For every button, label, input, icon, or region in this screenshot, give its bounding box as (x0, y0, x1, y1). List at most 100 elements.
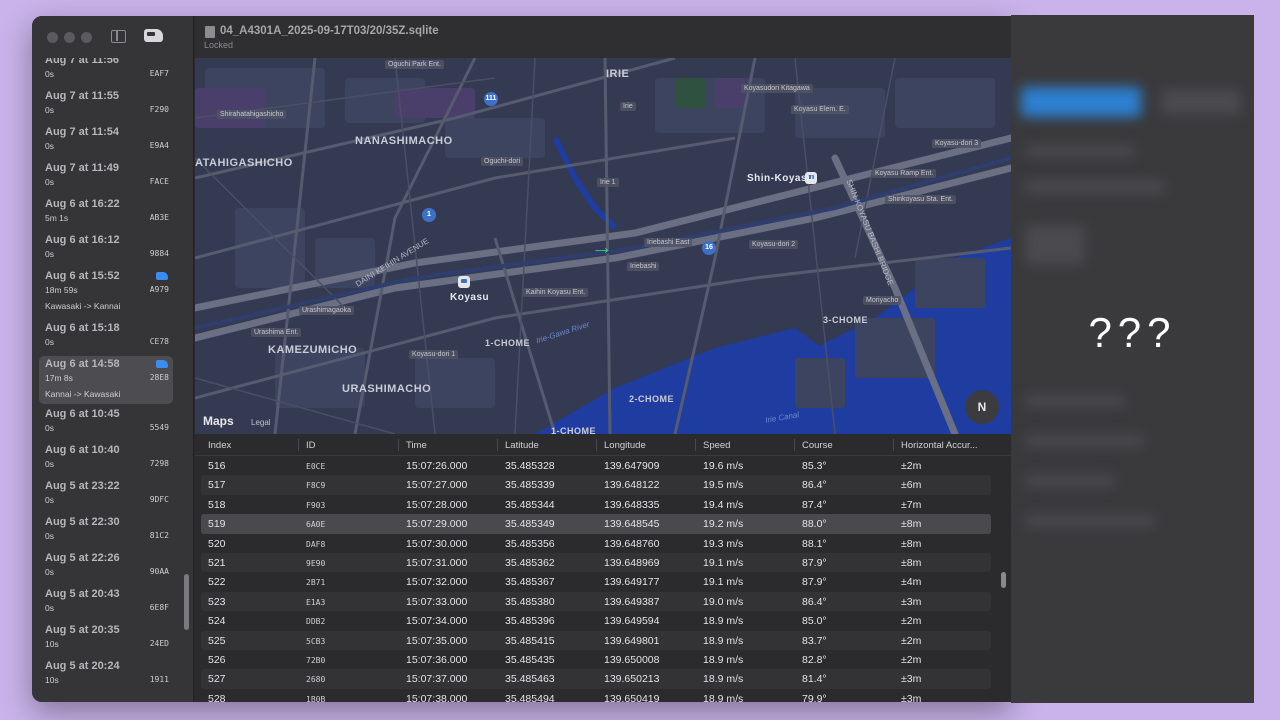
trip-list-item[interactable]: Aug 6 at 15:52 18m 59s A979 Kawasaki -> Kan… (39, 268, 173, 316)
table-cell: 527 (208, 673, 226, 686)
trip-id: 1911 (149, 675, 169, 684)
table-cell: 520 (208, 537, 226, 550)
column-separator[interactable] (893, 439, 894, 451)
trip-list-item[interactable]: Aug 5 at 20:24 10s 1911 (39, 658, 173, 692)
trip-list-item[interactable]: Aug 6 at 10:45 0s 5549 (39, 406, 173, 440)
legal-link[interactable]: Legal (251, 418, 271, 427)
trip-list-item[interactable]: Aug 6 at 10:40 0s 7298 (39, 442, 173, 476)
trip-list-item[interactable]: Aug 5 at 20:35 10s 24ED (39, 622, 173, 656)
table-cell: 15:07:35.000 (406, 634, 468, 647)
blurred-button (1161, 89, 1241, 115)
road-tag: Moriyacho (863, 296, 902, 305)
table-cell: 18.9 m/s (703, 654, 744, 666)
column-header[interactable]: Latitude (505, 440, 539, 451)
station-label[interactable]: Shin-Koyasu (747, 173, 814, 184)
road-tag: Shinkoyasu Sta. Ent. (885, 195, 956, 204)
trip-title: Aug 5 at 23:22 (45, 480, 120, 492)
close-window-button[interactable] (47, 32, 58, 43)
table-cell: DAF8 (306, 539, 326, 549)
trip-duration: 0s (45, 249, 54, 259)
table-row[interactable]: 524 DDB2 15:07:34.000 35.485396 139.649594 18… (201, 611, 991, 630)
column-header[interactable]: Index (208, 440, 231, 451)
table-cell: 516 (208, 460, 226, 472)
column-separator[interactable] (398, 439, 399, 451)
table-row[interactable]: 528 1B0B 15:07:38.000 35.485494 139.650419 18… (201, 689, 991, 702)
table-row[interactable]: 518 F903 15:07:28.000 35.485344 139.648335 19… (201, 495, 991, 514)
column-separator[interactable] (794, 439, 795, 451)
sidebar-toggle-icon[interactable] (111, 30, 126, 43)
table-scrollbar[interactable] (1001, 572, 1006, 588)
table-row[interactable]: 525 5CB3 15:07:35.000 35.485415 139.649801 18… (201, 630, 991, 650)
trip-route: Kawasaki -> Kannai (45, 301, 121, 311)
trip-list-item[interactable]: Aug 6 at 14:58 17m 8s 28E8 Kannai -> Kawasa… (39, 356, 173, 404)
column-separator[interactable] (298, 439, 299, 451)
trip-list-item[interactable]: Aug 5 at 22:26 0s 90AA (39, 550, 173, 584)
station-label[interactable]: Koyasu (450, 292, 489, 303)
zoom-window-button[interactable] (81, 32, 92, 43)
column-header[interactable]: Time (406, 440, 427, 451)
trip-list-item[interactable]: Aug 5 at 23:22 0s 9DFC (39, 478, 173, 512)
trip-list-item[interactable]: Aug 5 at 20:43 0s 6E8F (39, 586, 173, 620)
compass-button[interactable]: N (965, 390, 999, 424)
column-header[interactable]: Speed (703, 440, 730, 451)
trip-duration: 0s (45, 531, 54, 541)
column-header[interactable]: ID (306, 440, 316, 451)
table-row[interactable]: 517 F8C9 15:07:27.000 35.485339 139.648122 19… (201, 475, 991, 495)
inspector-panel: ??? (1011, 15, 1254, 703)
table-row[interactable]: 523 E1A3 15:07:33.000 35.485380 139.649387 19… (201, 591, 991, 612)
trip-id: 81C2 (149, 531, 169, 540)
table-row[interactable]: 519 6A0E 15:07:29.000 35.485349 139.648545 19… (201, 514, 991, 534)
trip-id: 5549 (149, 423, 169, 432)
table-cell: 521 (208, 557, 226, 569)
trip-list-item[interactable]: Aug 7 at 11:49 0s FACE (39, 160, 173, 194)
trip-duration: 10s (45, 639, 59, 649)
table-cell: 79.9° (802, 692, 827, 702)
table-cell: 526 (208, 654, 226, 666)
table-cell: 88.1° (802, 537, 827, 550)
table-cell: 35.485344 (505, 498, 555, 511)
table-row[interactable]: 526 72B0 15:07:36.000 35.485435 139.650008 18… (201, 650, 991, 669)
table-row[interactable]: 516 E0CE 15:07:26.000 35.485328 139.647909 19… (201, 456, 991, 475)
trip-title: Aug 6 at 10:45 (45, 408, 120, 420)
table-row[interactable]: 527 2680 15:07:37.000 35.485463 139.650213 18… (201, 669, 991, 689)
column-header[interactable]: Course (802, 440, 833, 451)
train-icon[interactable] (144, 29, 163, 42)
sidebar-scrollbar[interactable] (184, 574, 189, 630)
table-cell: 139.648969 (604, 557, 660, 569)
table-cell: ±7m (901, 498, 922, 511)
table-cell: 15:07:27.000 (406, 479, 468, 492)
station-icon[interactable] (458, 276, 470, 288)
table-cell: 139.648545 (604, 518, 660, 531)
table-cell: 18.9 m/s (703, 692, 744, 702)
trip-list-item[interactable]: Aug 6 at 16:22 5m 1s AB3E (39, 196, 173, 230)
column-header[interactable]: Horizontal Accur... (901, 440, 978, 451)
table-cell: 87.9° (802, 576, 827, 589)
trip-id: AB3E (149, 213, 169, 222)
table-cell: 88.0° (802, 518, 827, 531)
column-separator[interactable] (695, 439, 696, 451)
trip-title: Aug 6 at 15:18 (45, 322, 120, 334)
table-header: Index ID Time Latitude Longitude Speed Course H… (195, 434, 1011, 456)
trip-list-item[interactable]: Aug 7 at 11:55 0s F290 (39, 88, 173, 122)
trip-list-item[interactable]: Aug 6 at 15:18 0s CE78 (39, 320, 173, 354)
column-header[interactable]: Longitude (604, 440, 646, 451)
blurred-text (1025, 145, 1135, 157)
table-cell: ±3m (901, 595, 922, 608)
trip-list-item[interactable]: Aug 7 at 11:54 0s E9A4 (39, 124, 173, 158)
table-cell: 35.485328 (505, 460, 555, 472)
table-row[interactable]: 522 2B71 15:07:32.000 35.485367 139.649177 19… (201, 572, 991, 591)
table-row[interactable]: 521 9E90 15:07:31.000 35.485362 139.648969 19… (201, 553, 991, 573)
trip-list-item[interactable]: Aug 5 at 22:30 0s 81C2 (39, 514, 173, 548)
column-separator[interactable] (497, 439, 498, 451)
minimize-window-button[interactable] (64, 32, 75, 43)
trip-list-item[interactable]: Aug 6 at 16:12 0s 9884 (39, 232, 173, 266)
trip-list-item[interactable]: Aug 7 at 11:56 0s EAF7 (39, 58, 173, 86)
trip-title: Aug 7 at 11:55 (45, 90, 119, 102)
map-view[interactable]: IRIE NANASHIMACHO ATAHIGASHICHO KAMEZUMI… (195, 58, 1011, 434)
table-cell: 15:07:28.000 (406, 498, 468, 511)
document-title: 04_A4301A_2025-09-17T03/20/35Z.sqlite (220, 25, 439, 37)
trip-title: Aug 7 at 11:56 (45, 58, 119, 66)
column-separator[interactable] (596, 439, 597, 451)
table-row[interactable]: 520 DAF8 15:07:30.000 35.485356 139.648760 19… (201, 534, 991, 553)
table-cell: 15:07:36.000 (406, 654, 468, 666)
